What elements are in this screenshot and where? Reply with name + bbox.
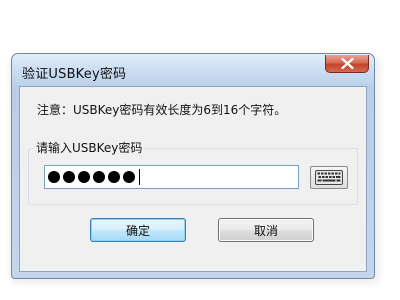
password-mask-dot — [48, 171, 60, 183]
password-mask — [48, 169, 140, 185]
close-icon — [341, 58, 354, 69]
password-mask-dot — [123, 171, 135, 183]
password-mask-dot — [63, 171, 75, 183]
keyboard-icon — [315, 170, 343, 185]
cancel-button[interactable]: 取消 — [218, 218, 314, 242]
dialog-title: 验证USBKey密码 — [22, 67, 127, 82]
password-group-label: 请输入USBKey密码 — [33, 139, 146, 156]
password-mask-dot — [78, 171, 90, 183]
soft-keyboard-button[interactable] — [310, 166, 348, 189]
desktop-background: 验证USBKey密码 注意：USBKey密码有效长度为6到16个字符。 请输入U… — [0, 0, 400, 300]
usbkey-password-dialog: 验证USBKey密码 注意：USBKey密码有效长度为6到16个字符。 请输入U… — [11, 53, 375, 279]
text-caret — [139, 169, 140, 185]
close-button[interactable] — [325, 55, 369, 73]
ok-button[interactable]: 确定 — [90, 218, 186, 242]
password-mask-dot — [108, 171, 120, 183]
password-mask-dot — [93, 171, 105, 183]
title-bar[interactable]: 验证USBKey密码 — [12, 54, 374, 86]
length-notice: 注意：USBKey密码有效长度为6到16个字符。 — [37, 103, 287, 117]
password-input[interactable] — [44, 165, 299, 189]
dialog-body: 注意：USBKey密码有效长度为6到16个字符。 请输入USBKey密码 确定 … — [19, 86, 367, 272]
